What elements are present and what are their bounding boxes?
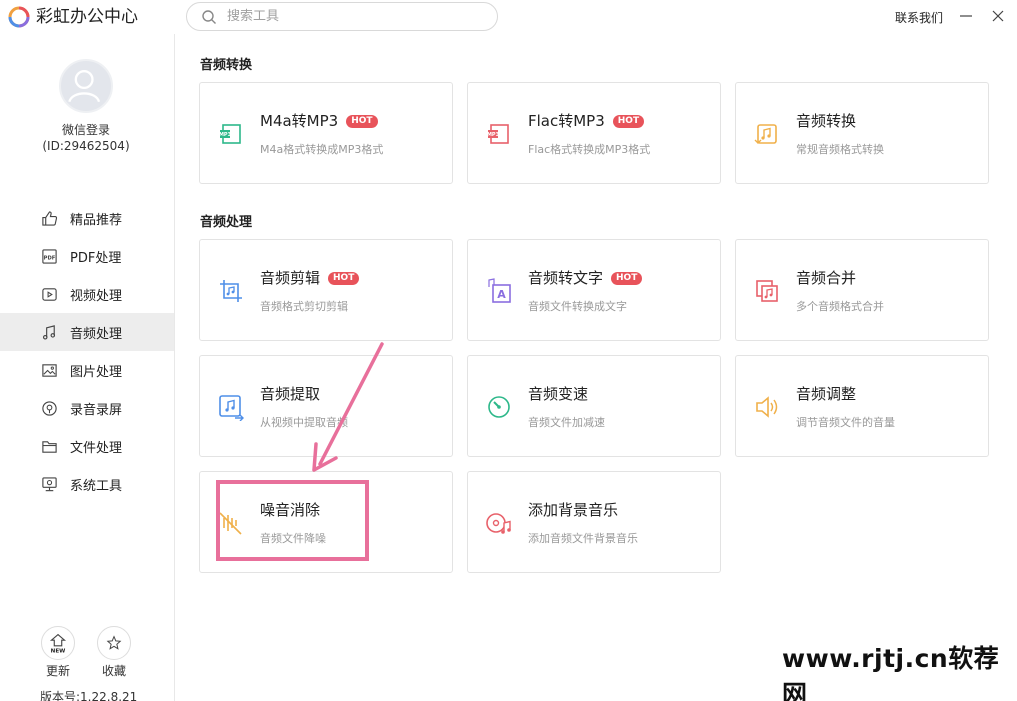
tool-card-audio-speed[interactable]: 音频变速 音频文件加减速 xyxy=(467,355,721,457)
card-title: 添加背景音乐 xyxy=(528,501,619,519)
tool-card-audio-convert[interactable]: 音频转换 常规音频格式转换 xyxy=(735,82,989,184)
card-title: Flac转MP3 xyxy=(528,112,605,130)
sidebar-item-recording[interactable]: 录音录屏 xyxy=(0,389,174,427)
tool-card-audio-adjust[interactable]: 音频调整 调节音频文件的音量 xyxy=(735,355,989,457)
mp3-convert-icon: MP3 xyxy=(219,124,241,144)
version-text: 版本号:1.22.8.21 xyxy=(40,690,138,701)
sidebar-item-label: 文件处理 xyxy=(70,440,123,456)
sidebar-item-system[interactable]: 系统工具 xyxy=(0,465,174,503)
card-title: 音频调整 xyxy=(796,385,857,403)
close-icon[interactable] xyxy=(989,7,1007,25)
card-description: 常规音频格式转换 xyxy=(796,143,884,156)
sidebar-item-label: 系统工具 xyxy=(70,478,123,494)
sidebar-item-image[interactable]: 图片处理 xyxy=(0,351,174,389)
pdf-icon: PDF xyxy=(40,247,58,265)
svg-text:PDF: PDF xyxy=(43,255,55,261)
music-note-icon xyxy=(40,323,58,341)
sidebar-item-label: 精品推荐 xyxy=(70,212,123,228)
speedometer-icon xyxy=(488,396,510,418)
card-description: 音频格式剪切剪辑 xyxy=(260,300,348,313)
card-description: Flac格式转换成MP3格式 xyxy=(528,143,651,156)
sidebar-item-file[interactable]: 文件处理 xyxy=(0,427,174,465)
video-icon xyxy=(40,285,58,303)
sidebar-item-pdf[interactable]: PDF PDF处理 xyxy=(0,237,174,275)
update-label: 更新 xyxy=(45,664,70,678)
card-icon-text: A xyxy=(497,288,506,301)
monitor-icon xyxy=(40,475,58,493)
tool-card-audio-to-text[interactable]: A 音频转文字 HOT 音频文件转换成文字 xyxy=(467,239,721,341)
contact-us-link[interactable]: 联系我们 xyxy=(895,9,943,26)
audio-merge-icon xyxy=(756,280,778,302)
audio-convert-icon xyxy=(754,124,777,144)
folder-icon xyxy=(40,437,58,455)
update-badge-text: NEW xyxy=(51,648,66,654)
search-input[interactable] xyxy=(227,6,487,27)
card-description: 调节音频文件的音量 xyxy=(796,416,895,429)
card-title: 音频转文字 xyxy=(528,269,604,287)
card-title: 音频变速 xyxy=(528,385,589,403)
audio-extract-icon xyxy=(219,395,244,421)
wechat-login-link[interactable]: 微信登录 xyxy=(0,121,172,138)
card-description: 音频文件转换成文字 xyxy=(528,300,627,313)
music-disc-icon xyxy=(486,513,511,534)
new-badge-icon: NEW xyxy=(49,633,67,654)
card-description: M4a格式转换成MP3格式 xyxy=(260,143,384,156)
sidebar-item-video[interactable]: 视频处理 xyxy=(0,275,174,313)
audio-to-text-icon: A xyxy=(488,278,511,303)
search-icon xyxy=(202,10,216,24)
star-icon xyxy=(106,635,122,650)
card-icon-text: MP3 xyxy=(219,132,232,138)
sidebar-item-label: 视频处理 xyxy=(70,288,123,304)
sidebar-item-label: PDF处理 xyxy=(70,250,122,266)
sidebar-item-audio[interactable]: 音频处理 xyxy=(0,313,174,351)
record-icon xyxy=(40,399,58,417)
favorite-button[interactable] xyxy=(97,626,131,660)
section-title-audio-processing: 音频处理 xyxy=(200,215,253,230)
tool-card-flac-to-mp3[interactable]: MP3 Flac转MP3 HOT Flac格式转换成MP3格式 xyxy=(467,82,721,184)
mp3-convert-icon: MP3 xyxy=(487,124,509,144)
minimize-icon[interactable] xyxy=(957,7,975,25)
image-icon xyxy=(40,361,58,379)
crop-icon xyxy=(220,280,242,302)
hot-badge: HOT xyxy=(346,115,378,128)
sidebar-item-label: 图片处理 xyxy=(70,364,123,380)
app-title: 彩虹办公中心 xyxy=(36,7,138,27)
annotation-arrow-icon xyxy=(312,342,384,472)
section-title-audio-convert: 音频转换 xyxy=(200,58,253,73)
favorite-label: 收藏 xyxy=(101,664,126,678)
volume-icon xyxy=(756,396,778,418)
thumbs-up-icon xyxy=(40,209,58,227)
sidebar: 微信登录 (ID:29462504) 精品推荐 PDF PDF处理 视频处理 音… xyxy=(0,34,175,701)
card-title: 音频合并 xyxy=(796,269,857,287)
card-description: 添加音频文件背景音乐 xyxy=(528,532,638,545)
highlight-box xyxy=(216,480,369,561)
user-id: (ID:29462504) xyxy=(42,139,130,153)
card-description: 多个音频格式合并 xyxy=(796,300,884,313)
sidebar-nav: 精品推荐 PDF PDF处理 视频处理 音频处理 图片处理 录音录屏 文件处理 … xyxy=(0,199,174,503)
sidebar-item-label: 音频处理 xyxy=(70,326,123,342)
sidebar-item-recommended[interactable]: 精品推荐 xyxy=(0,199,174,237)
tool-card-audio-merge[interactable]: 音频合并 多个音频格式合并 xyxy=(735,239,989,341)
tool-card-m4a-to-mp3[interactable]: MP3 M4a转MP3 HOT M4a格式转换成MP3格式 xyxy=(199,82,453,184)
hot-badge: HOT xyxy=(328,272,360,285)
hot-badge: HOT xyxy=(611,272,643,285)
watermark-text: www.rjtj.cn软荐网 xyxy=(782,644,1000,701)
update-button[interactable]: NEW xyxy=(41,626,75,660)
card-title: M4a转MP3 xyxy=(260,112,339,130)
tool-card-add-bgm[interactable]: 添加背景音乐 添加音频文件背景音乐 xyxy=(467,471,721,573)
card-title: 音频剪辑 xyxy=(260,269,321,287)
app-window: 彩虹办公中心 联系我们 微信登录 (ID:29462504) xyxy=(0,0,1017,701)
title-bar: 彩虹办公中心 联系我们 xyxy=(0,0,1017,34)
hot-badge: HOT xyxy=(612,115,645,128)
card-icon-text: MP3 xyxy=(487,132,500,138)
card-description: 音频文件加减速 xyxy=(528,416,605,429)
card-title: 音频转换 xyxy=(796,112,857,130)
tool-card-audio-cut[interactable]: 音频剪辑 HOT 音频格式剪切剪辑 xyxy=(199,239,453,341)
search-box[interactable] xyxy=(186,2,498,31)
rainbow-logo-icon xyxy=(8,6,30,28)
sidebar-item-label: 录音录屏 xyxy=(70,402,123,418)
user-avatar-icon xyxy=(68,70,101,103)
avatar[interactable] xyxy=(59,59,113,113)
